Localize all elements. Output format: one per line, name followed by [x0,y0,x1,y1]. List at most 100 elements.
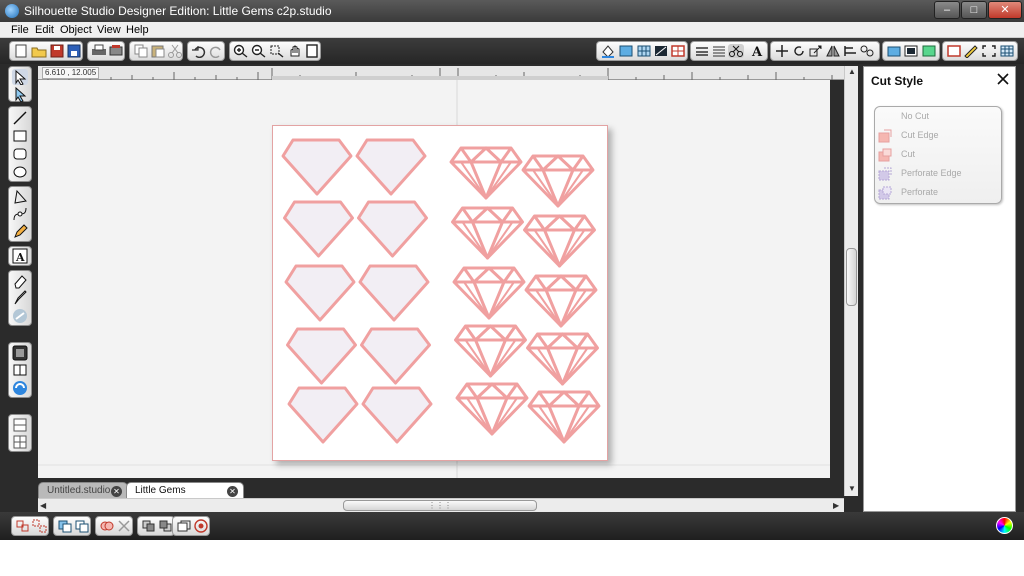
library-icon[interactable] [886,44,902,58]
rounded-rectangle-tool-icon[interactable] [12,146,28,162]
outlined-gem-shape[interactable] [360,327,431,385]
store-icon[interactable] [903,44,919,58]
scroll-left-arrow-icon[interactable]: ◀ [40,501,46,510]
scale-icon[interactable] [808,44,824,58]
horizontal-scrollbar[interactable]: ◀ ⋮⋮⋮ ▶ [38,498,844,512]
tab-untitled[interactable]: Untitled.studio ✕ [38,482,128,499]
outlined-gem-shape[interactable] [286,327,357,385]
library-panel-icon[interactable] [12,362,28,378]
undo-icon[interactable] [191,44,207,58]
print-icon[interactable] [91,44,107,58]
faceted-diamond-shape[interactable] [455,382,529,436]
outlined-gem-shape[interactable] [357,200,428,258]
knife-icon[interactable] [963,44,979,58]
minimize-button[interactable]: – [934,1,960,19]
close-tab-icon[interactable]: ✕ [227,486,238,497]
fill-panel-icon[interactable] [12,345,28,361]
faceted-diamond-shape[interactable] [454,324,527,378]
close-tab-icon[interactable]: ✕ [111,486,122,497]
menu-edit[interactable]: Edit [35,24,54,36]
save-icon[interactable] [49,44,65,58]
design-workspace[interactable] [38,80,830,478]
cut-style-perforate-edge[interactable]: Perforate Edge [875,165,1003,183]
outlined-gem-shape[interactable] [283,200,354,258]
faceted-diamond-shape[interactable] [451,206,524,260]
ellipse-tool-icon[interactable] [12,164,28,180]
copy-icon[interactable] [133,44,149,58]
ungroup-icon[interactable] [32,519,48,533]
edit-points-icon[interactable] [12,86,28,103]
vertical-scrollbar[interactable]: ▲ ▼ [844,66,858,496]
tab-little-gems[interactable]: Little Gems c2p.studio ✕ [126,482,244,512]
new-file-icon[interactable] [13,44,29,58]
design-page[interactable] [272,125,608,461]
align-icon[interactable] [842,44,858,58]
scroll-up-arrow-icon[interactable]: ▲ [848,67,856,76]
online-store-icon[interactable] [12,380,28,396]
text-style-icon[interactable]: A [749,44,765,58]
eraser-tool-icon[interactable] [12,273,28,289]
pan-hand-icon[interactable] [287,44,303,58]
outlined-gem-shape[interactable] [287,386,359,444]
faceted-diamond-shape[interactable] [523,214,596,268]
cut-send-icon[interactable] [108,44,124,58]
menu-file[interactable]: File [11,24,29,36]
page-setup-icon[interactable] [618,44,634,58]
close-window-button[interactable]: ✕ [988,1,1022,19]
delete-icon[interactable] [116,519,132,533]
move-icon[interactable] [774,44,790,58]
zoom-in-icon[interactable] [233,44,249,58]
registration-marks-icon[interactable] [670,44,686,58]
grid-view-icon[interactable] [999,44,1015,58]
single-view-icon[interactable] [12,417,28,433]
fit-to-page-icon[interactable] [304,44,320,58]
cut-style-cut-edge[interactable]: Cut Edge [875,127,1003,145]
faceted-diamond-shape[interactable] [449,146,523,200]
trace-icon[interactable] [921,44,937,58]
zoom-out-icon[interactable] [251,44,267,58]
cut-style-no-cut[interactable]: No Cut [875,108,1003,126]
bring-to-front-icon[interactable] [141,519,157,533]
release-compound-path-icon[interactable] [74,519,90,533]
group-icon[interactable] [15,519,31,533]
faceted-diamond-shape[interactable] [521,154,595,208]
line-tool-icon[interactable] [12,110,28,126]
text-tool-icon[interactable]: A [12,248,28,264]
make-compound-path-icon[interactable] [57,519,73,533]
line-weight-icon[interactable] [694,44,710,58]
menu-view[interactable]: View [97,24,121,36]
knife-tool-icon[interactable] [12,290,28,306]
faceted-diamond-shape[interactable] [524,274,598,328]
faceted-diamond-shape[interactable] [452,266,526,320]
outlined-gem-shape[interactable] [361,386,433,444]
cut-style-panel-icon[interactable] [728,44,744,58]
maximize-button[interactable]: □ [961,1,987,19]
save-to-library-icon[interactable] [66,44,82,58]
align-lines-icon[interactable] [711,44,727,58]
polygon-tool-icon[interactable] [12,189,28,205]
faceted-diamond-shape[interactable] [526,332,599,386]
rectangle-tool-icon[interactable] [12,128,28,144]
offset-icon[interactable] [176,519,192,533]
vertical-scroll-thumb[interactable] [846,248,857,306]
scroll-down-arrow-icon[interactable]: ▼ [848,484,856,493]
open-folder-icon[interactable] [31,44,47,58]
outlined-gem-shape[interactable] [284,264,356,322]
cut-style-perforate[interactable]: Perforate [875,184,1003,202]
redo-icon[interactable] [208,44,224,58]
color-wheel-icon[interactable] [996,517,1013,534]
faceted-diamond-shape[interactable] [527,390,601,444]
scroll-right-arrow-icon[interactable]: ▶ [833,501,839,510]
cut-border-icon[interactable] [946,44,962,58]
outlined-gem-shape[interactable] [358,264,430,322]
outlined-gem-shape[interactable] [281,138,353,196]
close-panel-icon[interactable] [996,72,1010,86]
curve-tool-icon[interactable] [12,206,28,222]
fullscreen-icon[interactable] [981,44,997,58]
weld-icon[interactable] [99,519,115,533]
menu-help[interactable]: Help [126,24,149,36]
select-arrow-icon[interactable] [12,69,28,86]
mirror-icon[interactable] [825,44,841,58]
menu-object[interactable]: Object [60,24,92,36]
horizontal-scroll-thumb[interactable]: ⋮⋮⋮ [343,500,537,511]
